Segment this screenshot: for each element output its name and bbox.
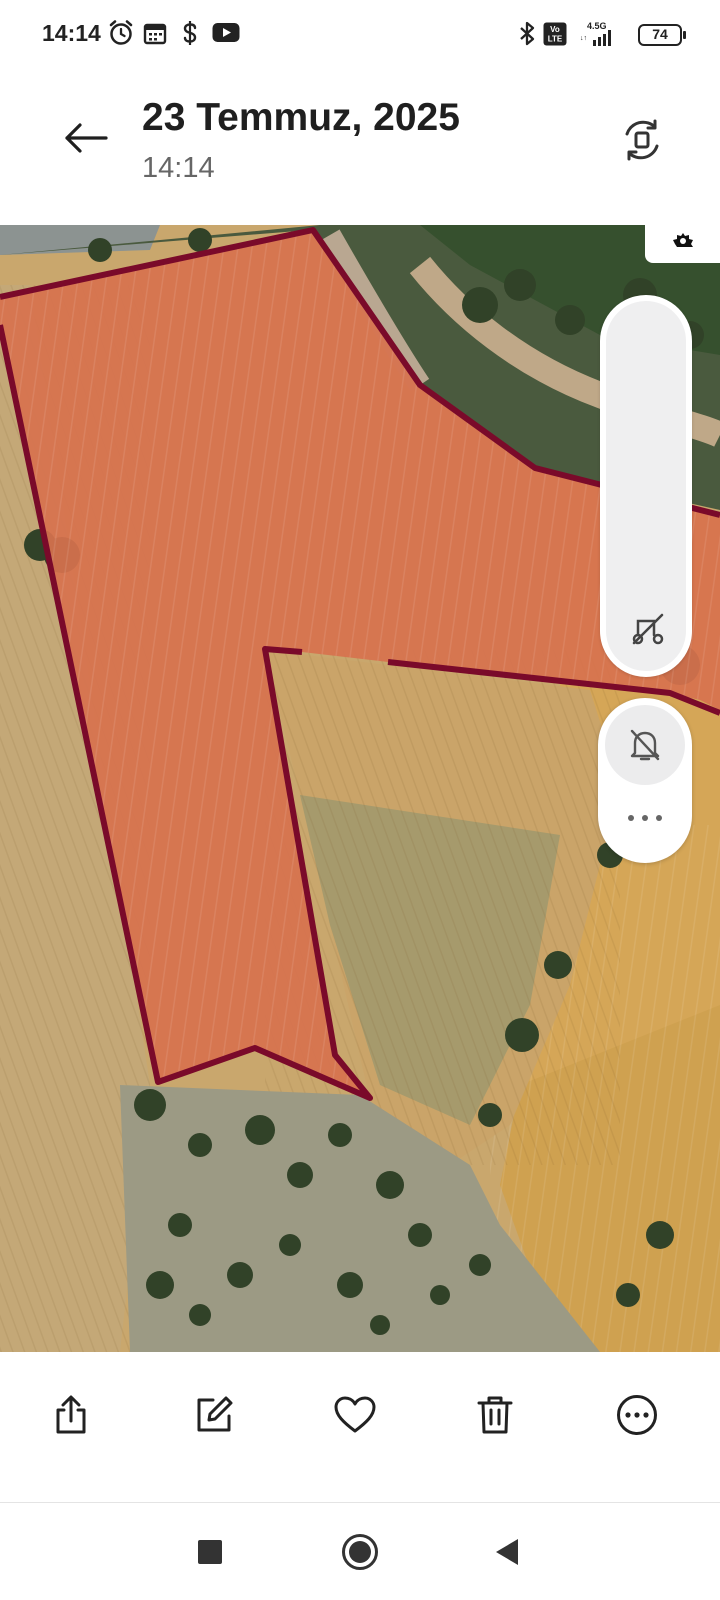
recents-button[interactable]	[185, 1527, 235, 1577]
back-icon	[496, 1539, 518, 1565]
bluetooth-icon	[520, 21, 535, 46]
photo-header: 23 Temmuz, 2025 14:14	[0, 70, 720, 225]
status-bar: 14:14 Vo LTE 4.5G ↓↑ 74	[0, 0, 720, 70]
photo-time: 14:14	[142, 152, 215, 184]
favorite-button[interactable]	[326, 1386, 384, 1444]
status-time: 14:14	[42, 20, 101, 46]
home-button[interactable]	[335, 1527, 385, 1577]
bell-off-icon	[630, 729, 660, 761]
edit-button[interactable]	[185, 1386, 243, 1444]
svg-text:↓↑: ↓↑	[580, 35, 587, 42]
system-navigation-bar	[0, 1503, 720, 1600]
signal-icon: ↓↑	[580, 30, 611, 46]
back-button[interactable]	[58, 110, 114, 166]
photo-viewer-screen: 14:14 Vo LTE 4.5G ↓↑ 74 23 Temmuz, 2025 …	[0, 0, 720, 1600]
photo-date: 23 Temmuz, 2025	[142, 96, 460, 139]
more-horizontal-icon	[628, 815, 662, 821]
route-toggle-button[interactable]	[626, 607, 670, 651]
map-settings-button[interactable]	[645, 225, 720, 263]
map-tools-panel	[600, 295, 692, 677]
arrow-left-icon	[65, 123, 108, 153]
notifications-off-button[interactable]	[605, 705, 685, 785]
rotate-screen-icon	[625, 119, 659, 161]
volte-icon: Vo LTE	[543, 22, 567, 46]
rotate-screen-button[interactable]	[614, 112, 670, 168]
more-options-button[interactable]	[620, 798, 670, 838]
route-off-icon	[632, 613, 664, 645]
back-nav-button[interactable]	[482, 1527, 532, 1577]
delete-icon	[477, 1396, 513, 1434]
gear-icon	[672, 233, 693, 247]
photo-actions-toolbar	[0, 1352, 720, 1502]
youtube-icon	[212, 23, 240, 42]
more-button[interactable]	[608, 1386, 666, 1444]
share-button[interactable]	[42, 1386, 100, 1444]
alarm-icon	[109, 20, 133, 45]
more-icon	[617, 1395, 657, 1435]
map-actions-panel	[598, 698, 692, 863]
recents-icon	[198, 1540, 222, 1564]
favorite-icon	[334, 1396, 376, 1433]
home-icon	[342, 1534, 378, 1570]
battery-indicator: 74	[638, 24, 686, 46]
dollar-icon	[183, 21, 197, 45]
calendar-icon	[143, 23, 167, 45]
svg-text:LTE: LTE	[548, 35, 563, 44]
edit-icon	[197, 1396, 233, 1432]
svg-text:Vo: Vo	[550, 25, 560, 34]
delete-button[interactable]	[466, 1386, 524, 1444]
share-icon	[56, 1395, 86, 1434]
